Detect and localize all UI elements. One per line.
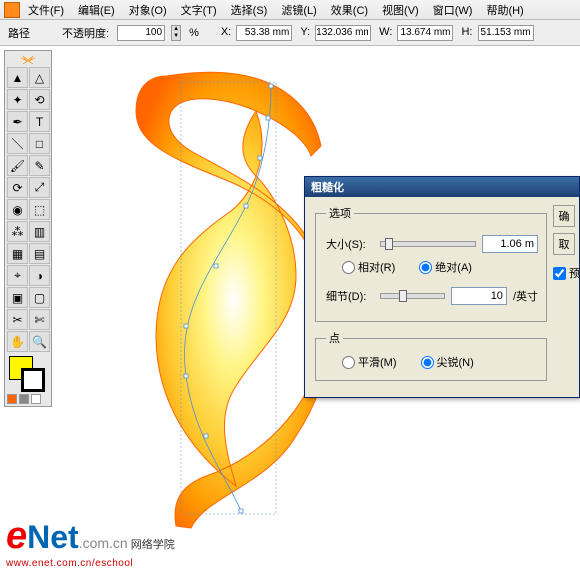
watermark: eNet.com.cn 网络学院 www.enet.com.cn/eschool — [6, 515, 175, 569]
cancel-button[interactable]: 取 — [553, 233, 575, 255]
menu-help[interactable]: 帮助(H) — [480, 2, 529, 18]
pencil-tool-icon[interactable]: ✎ — [29, 155, 50, 176]
detail-input[interactable] — [451, 287, 507, 305]
size-slider-thumb[interactable] — [385, 238, 393, 250]
opacity-unit: % — [189, 27, 199, 39]
gradient-tool-icon[interactable]: ▤ — [29, 243, 50, 264]
menu-view[interactable]: 视图(V) — [376, 2, 425, 18]
color-picker[interactable] — [7, 356, 49, 392]
blend-tool-icon[interactable]: ◑ — [29, 265, 50, 286]
warp-tool-icon[interactable]: ◉ — [7, 199, 28, 220]
rectangle-tool-icon[interactable]: □ — [29, 133, 50, 154]
live-paint-tool-icon[interactable]: ▣ — [7, 287, 28, 308]
menu-bar: 文件(F) 编辑(E) 对象(O) 文字(T) 选择(S) 滤镜(L) 效果(C… — [0, 0, 580, 20]
roughen-dialog: 粗糙化 选项 大小(S): 相对(R) 绝对(A) 细节(D): — [304, 176, 580, 398]
slice-tool-icon[interactable]: ✂ — [7, 309, 28, 330]
size-input[interactable] — [482, 235, 538, 253]
free-transform-tool-icon[interactable]: ⬚ — [29, 199, 50, 220]
live-paint-select-tool-icon[interactable]: ▢ — [29, 287, 50, 308]
lasso-tool-icon[interactable]: ⟲ — [29, 89, 50, 110]
eyedropper-tool-icon[interactable]: ⌖ — [7, 265, 28, 286]
opacity-input[interactable] — [117, 25, 165, 41]
stroke-swatch[interactable] — [21, 368, 45, 392]
w-label: W: — [377, 26, 394, 38]
corner-radio[interactable]: 尖锐(N) — [421, 354, 474, 370]
toolbox: ▲ △ ✦ ⟲ ✒ T ＼ □ 🖌 ✎ ⟳ ⤢ ◉ ⬚ ⁂ ▥ ▦ ▤ ⌖ ◑ … — [4, 50, 52, 407]
opacity-spinner[interactable]: ▲▼ — [171, 25, 181, 41]
magic-wand-tool-icon[interactable]: ✦ — [7, 89, 28, 110]
control-bar: 路径 不透明度: ▲▼ % X: Y: W: H: — [0, 20, 580, 46]
watermark-url: www.enet.com.cn/eschool — [6, 558, 175, 569]
x-label: X: — [219, 26, 233, 38]
smooth-label: 平滑(M) — [358, 354, 397, 370]
swatch-orange[interactable] — [7, 394, 17, 404]
absolute-radio[interactable]: 绝对(A) — [419, 259, 472, 275]
options-fieldset: 选项 大小(S): 相对(R) 绝对(A) 细节(D): — [315, 205, 547, 322]
relative-radio[interactable]: 相对(R) — [342, 259, 395, 275]
menu-select[interactable]: 选择(S) — [225, 2, 274, 18]
menu-filter[interactable]: 滤镜(L) — [275, 2, 322, 18]
menu-type[interactable]: 文字(T) — [175, 2, 223, 18]
scale-tool-icon[interactable]: ⤢ — [29, 177, 50, 198]
line-tool-icon[interactable]: ＼ — [7, 133, 28, 154]
dialog-titlebar[interactable]: 粗糙化 — [305, 177, 579, 197]
watermark-e: e — [6, 515, 27, 557]
watermark-com: .com.cn — [79, 535, 128, 551]
selection-type-label: 路径 — [6, 25, 32, 41]
zoom-tool-icon[interactable]: 🔍 — [29, 331, 50, 352]
absolute-label: 绝对(A) — [435, 259, 472, 275]
points-fieldset: 点 平滑(M) 尖锐(N) — [315, 330, 547, 381]
graph-tool-icon[interactable]: ▥ — [29, 221, 50, 242]
mesh-tool-icon[interactable]: ▦ — [7, 243, 28, 264]
direct-selection-tool-icon[interactable]: △ — [29, 67, 50, 88]
preview-checkbox[interactable]: 预 — [553, 265, 575, 281]
menu-effect[interactable]: 效果(C) — [325, 2, 374, 18]
detail-slider[interactable] — [380, 293, 445, 299]
symbol-sprayer-tool-icon[interactable]: ⁂ — [7, 221, 28, 242]
relative-label: 相对(R) — [358, 259, 395, 275]
x-input[interactable] — [236, 25, 292, 41]
detail-unit: /英寸 — [513, 288, 538, 304]
rotate-tool-icon[interactable]: ⟳ — [7, 177, 28, 198]
h-label: H: — [459, 26, 474, 38]
swatch-white[interactable] — [31, 394, 41, 404]
opacity-label: 不透明度: — [60, 25, 111, 41]
paintbrush-tool-icon[interactable]: 🖌 — [7, 155, 28, 176]
points-legend: 点 — [326, 330, 343, 346]
detail-slider-thumb[interactable] — [399, 290, 407, 302]
watermark-net: Net — [27, 519, 79, 555]
scissors-tool-icon[interactable]: ✄ — [29, 309, 50, 330]
y-label: Y: — [298, 26, 312, 38]
size-label: 大小(S): — [326, 236, 374, 252]
menu-file[interactable]: 文件(F) — [22, 2, 70, 18]
pen-tool-icon[interactable]: ✒ — [7, 111, 28, 132]
hand-tool-icon[interactable]: ✋ — [7, 331, 28, 352]
options-legend: 选项 — [326, 205, 354, 221]
size-slider[interactable] — [380, 241, 476, 247]
selection-tool-icon[interactable]: ▲ — [7, 67, 28, 88]
app-icon — [4, 2, 20, 18]
menu-object[interactable]: 对象(O) — [123, 2, 173, 18]
swatch-gray[interactable] — [19, 394, 29, 404]
corner-label: 尖锐(N) — [437, 354, 474, 370]
toolbox-header-icon — [7, 53, 49, 67]
detail-label: 细节(D): — [326, 288, 374, 304]
menu-edit[interactable]: 编辑(E) — [72, 2, 121, 18]
ok-button[interactable]: 确 — [553, 205, 575, 227]
menu-window[interactable]: 窗口(W) — [427, 2, 479, 18]
smooth-radio[interactable]: 平滑(M) — [342, 354, 397, 370]
watermark-zh: 网络学院 — [131, 539, 175, 551]
preview-label: 预 — [569, 265, 580, 281]
h-input[interactable] — [478, 25, 534, 41]
type-tool-icon[interactable]: T — [29, 111, 50, 132]
y-input[interactable] — [315, 25, 371, 41]
dialog-title: 粗糙化 — [311, 179, 344, 195]
w-input[interactable] — [397, 25, 453, 41]
